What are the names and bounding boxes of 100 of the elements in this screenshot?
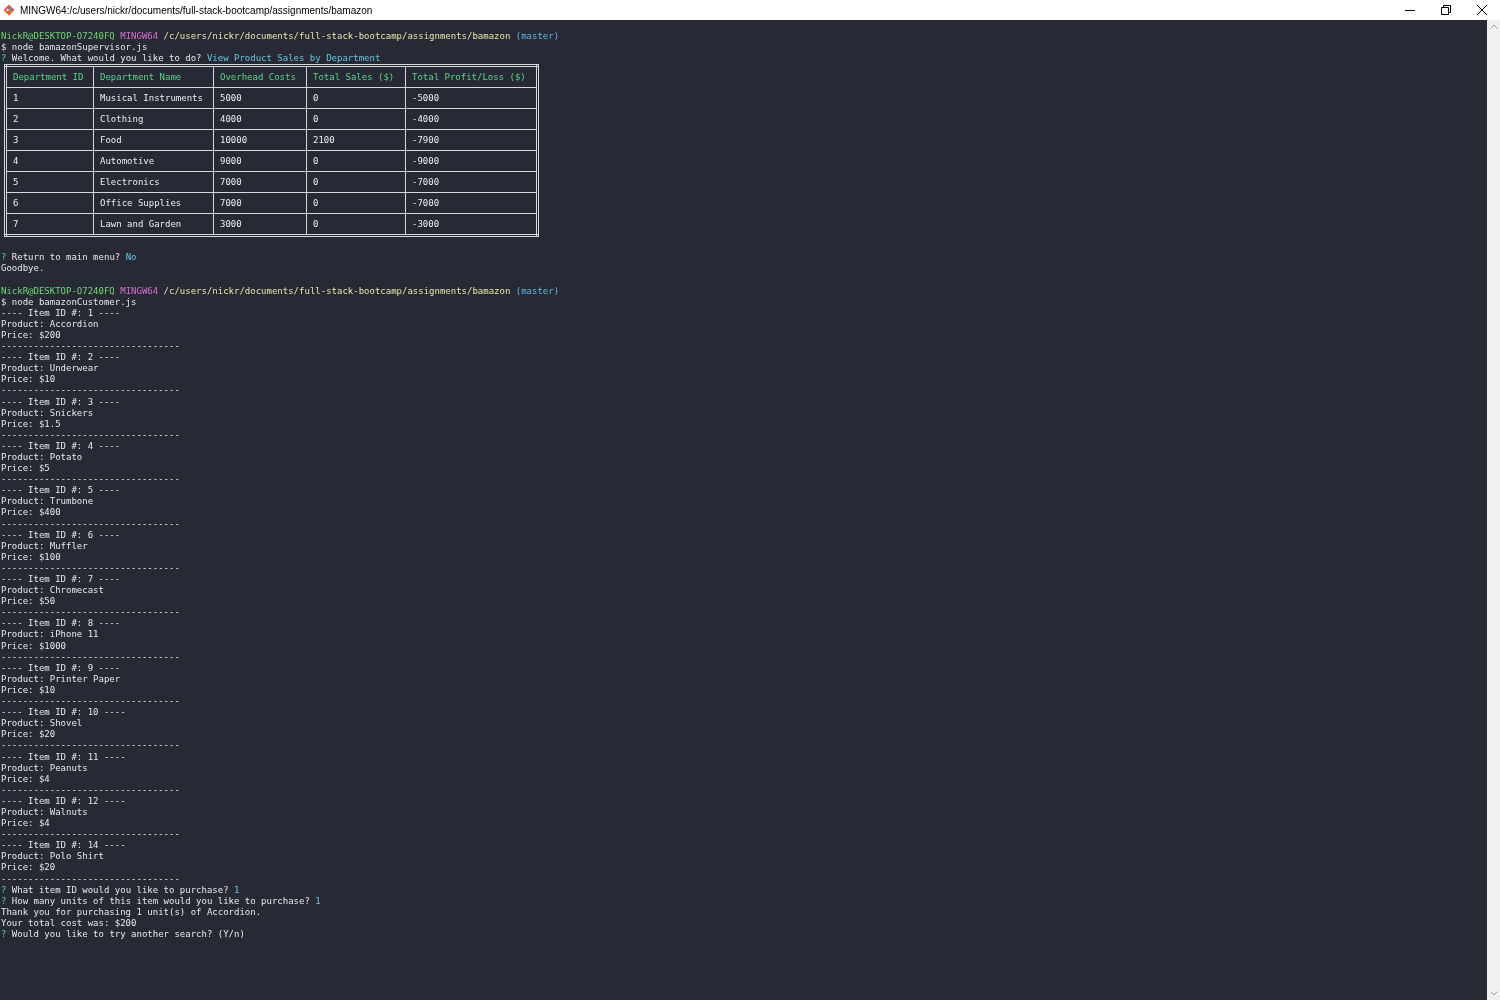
user-host-text: NickR@DESKTOP-O7240FQ <box>1 285 115 296</box>
app-icon <box>3 4 15 16</box>
output-line: ---- Item ID #: 11 ---- <box>1 751 126 762</box>
table-cell: 7000 <box>213 192 307 214</box>
output-line: --------------------------------- <box>1 518 180 529</box>
output-line: Goodbye. <box>1 263 45 274</box>
output-line: --------------------------------- <box>1 385 180 396</box>
answer-text: 1 <box>315 895 321 906</box>
prompt-marker: ? <box>1 252 7 263</box>
output-line: Product: Peanuts <box>1 762 88 773</box>
output-line: ---- Item ID #: 9 ---- <box>1 662 121 673</box>
answer-text: No <box>125 252 137 263</box>
output-line: Product: Shovel <box>1 718 83 729</box>
scrollbar[interactable] <box>1487 20 1500 1000</box>
branch-text: (master) <box>515 285 560 296</box>
output-line: Price: $5 <box>1 463 50 474</box>
output-line: ---- Item ID #: 2 ---- <box>1 352 121 363</box>
output-line: Product: iPhone 11 <box>1 629 99 640</box>
output-line: Product: Printer Paper <box>1 673 121 684</box>
table-cell: Clothing <box>93 108 214 130</box>
output-line: Product: Trumbone <box>1 496 94 507</box>
output-line: Price: $100 <box>1 551 61 562</box>
window-title: MINGW64:/c/users/nickr/documents/full-stack-bootcamp/assignments/bamazon <box>20 4 374 16</box>
table-cell: 2 <box>5 108 94 130</box>
output-line: Product: Accordion <box>1 318 99 329</box>
output-line: ---- Item ID #: 12 ---- <box>1 795 126 806</box>
output-line: --------------------------------- <box>1 607 180 618</box>
output-line: Price: $10 <box>1 374 56 385</box>
output-line: Price: $4 <box>1 773 50 784</box>
output-line: Price: $400 <box>1 507 61 518</box>
output-line: Price: $1000 <box>1 640 67 651</box>
output-line: ---- Item ID #: 1 ---- <box>1 307 121 318</box>
output-line: Price: $4 <box>1 818 50 829</box>
output-line: Product: Snickers <box>1 407 94 418</box>
column-header: Total Sales ($) <box>306 65 406 88</box>
output-line: --------------------------------- <box>1 784 180 795</box>
answer-text: View Product Sales by Department <box>206 53 381 64</box>
output-line: $ node bamazonCustomer.js <box>1 296 137 307</box>
table-cell: 10000 <box>213 129 307 151</box>
output-line: --------------------------------- <box>1 651 180 662</box>
branch-text: (master) <box>515 31 560 41</box>
output-line: --------------------------------- <box>1 341 180 352</box>
table-cell: 6 <box>5 192 94 214</box>
output-line: --------------------------------- <box>1 696 180 707</box>
table-cell: Office Supplies <box>93 192 214 214</box>
column-header: Department Name <box>93 65 214 88</box>
system-name-text: MINGW64 <box>120 31 159 41</box>
question-text: Welcome. What would you like to do? <box>11 53 202 64</box>
output-line: Price: $50 <box>1 596 56 607</box>
table-cell: Food <box>93 129 214 151</box>
output-line: Thank you for purchasing 1 unit(s) of Accordion. <box>1 906 262 917</box>
output-line: Price: $1.5 <box>1 418 61 429</box>
output-line: ---- Item ID #: 7 ---- <box>1 574 121 584</box>
output-line: ---- Item ID #: 10 ---- <box>1 707 126 718</box>
table-cell: 3 <box>5 129 94 151</box>
table-cell: 2100 <box>306 129 406 151</box>
output-line: Product: Walnuts <box>1 806 88 817</box>
output-line: $ node bamazonSupervisor.js <box>1 42 148 53</box>
scroll-up-icon[interactable] <box>1489 24 1498 29</box>
table-cell: Electronics <box>93 171 214 193</box>
output-line: ---- Item ID #: 3 ---- <box>1 396 121 407</box>
column-header: Overhead Costs <box>213 65 307 88</box>
table-cell: 9000 <box>213 150 307 172</box>
output-line: Product: Underwear <box>1 363 99 374</box>
prompt-marker: ? <box>1 895 7 906</box>
table-cell: Musical Instruments <box>93 87 214 109</box>
column-header: Department ID <box>5 65 94 88</box>
prompt-marker: ? <box>1 884 7 895</box>
output-line: Price: $20 <box>1 729 56 740</box>
output-line: ---- Item ID #: 4 ---- <box>1 440 121 451</box>
output-line: --------------------------------- <box>1 429 180 440</box>
output-line: Price: $200 <box>1 329 61 340</box>
prompt-marker: ? <box>1 929 7 939</box>
table-cell: 7000 <box>213 171 307 193</box>
output-line: ---- Item ID #: 5 ---- <box>1 485 121 496</box>
table-cell: 5 <box>5 171 94 193</box>
output-line: --------------------------------- <box>1 873 180 884</box>
table-cell: Automotive <box>93 150 214 172</box>
table-cell: 0 <box>306 171 406 193</box>
table-cell: 5000 <box>213 87 307 109</box>
table-cell: 0 <box>306 87 406 109</box>
output-line: Price: $20 <box>1 862 56 873</box>
output-line: --------------------------------- <box>1 562 180 573</box>
system-name-text: MINGW64 <box>120 285 159 296</box>
user-host-text: NickR@DESKTOP-O7240FQ <box>1 31 115 41</box>
path-text: /c/users/nickr/documents/full-stack-bootcamp/assignments/bamazon <box>163 31 511 41</box>
table-cell: 1 <box>5 87 94 109</box>
question-text: Would you like to try another search? (Y/n) <box>11 929 245 939</box>
prompt-marker: ? <box>1 53 7 64</box>
table-cell: 0 <box>306 108 406 130</box>
output-line: Product: Muffler <box>1 540 88 551</box>
close-icon <box>1477 5 1487 15</box>
output-line: Product: Potato <box>1 451 83 462</box>
table-cell: 0 <box>306 192 406 214</box>
restore-icon <box>1441 5 1451 15</box>
output-line: --------------------------------- <box>1 474 180 485</box>
output-line: Product: Chromecast <box>1 585 104 596</box>
output-line: Product: Polo Shirt <box>1 851 104 862</box>
scroll-down-icon[interactable] <box>1489 991 1498 996</box>
path-text: /c/users/nickr/documents/full-stack-bootcamp/assignments/bamazon <box>163 285 511 296</box>
